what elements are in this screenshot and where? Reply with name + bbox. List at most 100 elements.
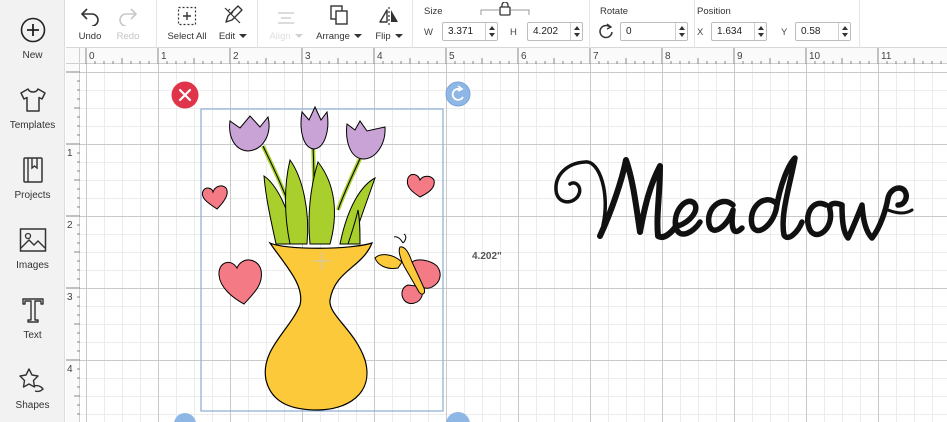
size-section-title: Size (424, 6, 443, 17)
top-toolbar: Undo Redo Select All Edit Align Arrange (66, 0, 947, 48)
align-dropdown[interactable]: Align (268, 0, 304, 48)
align-label-text: Align (269, 31, 291, 42)
image-icon (18, 224, 48, 256)
ruler-top-label: 3 (305, 51, 311, 62)
sidebar-item-shapes[interactable]: Shapes (0, 350, 65, 416)
sidebar-item-label: Images (16, 260, 49, 271)
stepper-up-icon[interactable] (841, 26, 848, 31)
ruler-top-ticks: 0 1 2 3 4 5 6 7 8 9 10 11 (85, 48, 942, 64)
sidebar-item-label: Projects (14, 190, 51, 201)
ruler-top-label: 10 (809, 51, 821, 62)
stepper-down-icon[interactable] (678, 32, 685, 37)
tshirt-icon (18, 84, 48, 116)
ruler-top-label: 5 (449, 51, 455, 62)
ruler-top-label: 8 (665, 51, 671, 62)
ruler-top-label: 2 (233, 51, 239, 62)
rotate-handle[interactable] (445, 81, 471, 107)
height-dimension-readout: 4.202" (472, 251, 502, 262)
delete-handle[interactable] (171, 81, 199, 109)
ruler-corner (66, 48, 80, 64)
x-position-stepper[interactable] (754, 23, 766, 40)
toolbar-divider (257, 0, 258, 48)
sidebar-item-templates[interactable]: Templates (0, 70, 65, 136)
stepper-down-icon[interactable] (841, 32, 848, 37)
height-label: H (510, 27, 517, 38)
stepper-up-icon[interactable] (573, 26, 580, 31)
design-canvas[interactable] (80, 64, 947, 422)
width-stepper[interactable] (485, 23, 497, 40)
stepper-up-icon[interactable] (757, 26, 764, 31)
stepper-down-icon[interactable] (757, 32, 764, 37)
chevron-down-icon (353, 34, 362, 39)
select-all-button[interactable]: Select All (166, 0, 208, 48)
x-label: X (697, 27, 704, 38)
edit-dropdown[interactable]: Edit (216, 0, 250, 48)
ruler-left-label: 4 (67, 364, 73, 375)
ruler-top-label: 1 (161, 51, 167, 62)
ruler-top-label: 9 (737, 51, 743, 62)
width-label: W (424, 27, 433, 38)
toolbar-divider (412, 0, 413, 48)
sidebar-item-label: Templates (9, 120, 56, 131)
height-stepper[interactable] (570, 23, 582, 40)
position-section-title: Position (697, 6, 731, 17)
y-position-field[interactable] (795, 22, 851, 41)
y-label: Y (781, 27, 788, 38)
chevron-down-icon (239, 34, 248, 39)
rotate-field[interactable] (620, 22, 688, 41)
ruler-top: 0 1 2 3 4 5 6 7 8 9 10 11 (66, 48, 947, 64)
y-position-input[interactable] (796, 23, 838, 40)
stepper-up-icon[interactable] (488, 26, 495, 31)
sidebar-item-projects[interactable]: Projects (0, 140, 65, 206)
align-icon (276, 0, 296, 26)
x-position-input[interactable] (712, 23, 754, 40)
ruler-left-ticks: 1 2 3 4 (66, 71, 80, 415)
left-sidebar: New Templates Projects Images Text Shape… (0, 0, 65, 422)
undo-icon (79, 0, 101, 26)
toolbar-divider (156, 0, 157, 48)
height-input[interactable] (528, 23, 570, 40)
y-position-stepper[interactable] (838, 23, 850, 40)
redo-button[interactable]: Redo (114, 0, 142, 48)
undo-button[interactable]: Undo (76, 0, 104, 48)
arrange-label-text: Arrange (316, 31, 350, 42)
flip-label-text: Flip (375, 31, 391, 42)
shapes-icon (18, 364, 48, 396)
arrange-dropdown[interactable]: Arrange (314, 0, 364, 48)
sidebar-item-text[interactable]: Text (0, 280, 65, 346)
lock-icon (480, 1, 530, 16)
flip-dropdown[interactable]: Flip (372, 0, 406, 48)
ruler-top-label: 6 (521, 51, 527, 62)
undo-label: Undo (78, 31, 102, 42)
rotate-icon (598, 23, 615, 45)
rotate-stepper[interactable] (675, 23, 687, 40)
ruler-left-label: 2 (67, 220, 73, 231)
x-position-field[interactable] (711, 22, 767, 41)
flip-label: Flip (375, 31, 403, 42)
width-field[interactable] (442, 22, 498, 41)
sidebar-item-images[interactable]: Images (0, 210, 65, 276)
ruler-left: 1 2 3 4 (66, 64, 80, 422)
sidebar-item-new[interactable]: New (0, 0, 65, 66)
ruler-left-label: 1 (67, 148, 73, 159)
rotate-input[interactable] (621, 23, 675, 40)
arrange-icon (329, 0, 349, 26)
stepper-up-icon[interactable] (678, 26, 685, 31)
size-lock-toggle[interactable] (479, 1, 531, 16)
flip-icon (378, 0, 400, 26)
ruler-left-label: 3 (67, 292, 73, 303)
ruler-top-label: 0 (89, 51, 95, 62)
ruler-top-label: 11 (881, 51, 892, 62)
stepper-down-icon[interactable] (488, 32, 495, 37)
sidebar-item-label: New (22, 50, 43, 61)
redo-label: Redo (116, 31, 140, 42)
width-input[interactable] (443, 23, 485, 40)
stepper-down-icon[interactable] (573, 32, 580, 37)
sidebar-item-label: Text (23, 330, 42, 341)
sidebar-item-label: Shapes (15, 400, 50, 411)
text-icon (18, 294, 48, 326)
height-field[interactable] (527, 22, 583, 41)
chevron-down-icon (394, 34, 403, 39)
chevron-down-icon (294, 34, 303, 39)
toolbar-divider (589, 0, 590, 48)
